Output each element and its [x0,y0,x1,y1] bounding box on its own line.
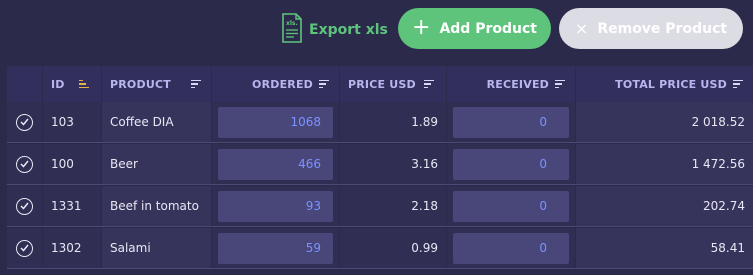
row-select-cell [7,102,43,142]
column-header-ordered[interactable]: ORDERED [212,66,340,102]
row-select-cell [7,144,43,184]
cell-product: Salami [102,228,212,268]
cell-id: 103 [43,102,102,142]
cell-product: Beef in tomato [102,186,212,226]
cell-price-usd: 1.89 [340,102,447,142]
export-xls-button[interactable]: xls. Export xls [281,13,388,47]
row-checkbox[interactable] [16,113,33,131]
header-label-product: PRODUCT [110,77,171,91]
svg-text:xls.: xls. [286,20,298,27]
cell-product: Coffee DIA [102,102,212,142]
cell-total-price-usd: 2 018.52 [576,102,753,142]
column-header-price-usd[interactable]: PRICE USD [340,66,447,102]
export-xls-label: Export xls [309,22,388,38]
table-row[interactable]: 103 Coffee DIA 1068 1.89 0 2 018.52 [7,102,753,143]
filter-icon[interactable] [191,79,201,89]
header-label-received: RECEIVED [486,77,549,91]
row-select-cell [7,186,43,226]
cell-total-price-usd: 58.41 [576,228,753,268]
cell-ordered: 59 [212,228,340,268]
add-product-button[interactable]: + Add Product [398,8,551,49]
header-select-cell [7,66,43,102]
ordered-input[interactable]: 93 [218,190,333,222]
close-icon: × [574,18,589,38]
plus-icon: + [412,14,431,40]
check-icon [20,244,29,252]
check-icon [20,118,29,126]
sort-ascending-icon[interactable] [78,79,89,89]
filter-icon[interactable] [733,79,743,89]
column-header-id[interactable]: ID [43,66,102,102]
filter-icon[interactable] [423,79,434,89]
header-label-total-price-usd: TOTAL PRICE USD [615,77,727,91]
add-product-label: Add Product [439,20,537,37]
filter-icon[interactable] [555,79,565,89]
cell-ordered: 466 [212,144,340,184]
received-input[interactable]: 0 [453,106,569,138]
row-select-cell [7,228,43,268]
cell-price-usd: 0.99 [340,228,447,268]
row-checkbox[interactable] [16,239,33,257]
table-row[interactable]: 100 Beer 466 3.16 0 1 472.56 [7,144,753,185]
header-label-id: ID [51,77,65,91]
row-checkbox[interactable] [16,155,33,173]
header-label-price-usd: PRICE USD [348,77,416,91]
check-icon [20,202,29,210]
row-checkbox[interactable] [16,197,33,215]
column-header-total-price-usd[interactable]: TOTAL PRICE USD [576,66,753,102]
cell-received: 0 [447,102,576,142]
cell-id: 1331 [43,186,102,226]
cell-product: Beer [102,144,212,184]
products-table: ID PRODUCT ORDERED PRICE USD RECEIVED TO… [7,66,753,275]
remove-product-button[interactable]: × Remove Product [559,8,743,49]
xls-file-icon: xls. [281,13,303,47]
ordered-input[interactable]: 59 [218,232,333,264]
received-input[interactable]: 0 [453,148,569,180]
cell-id: 1302 [43,228,102,268]
table-row[interactable]: 1302 Salami 59 0.99 0 58.41 [7,228,753,269]
cell-ordered: 1068 [212,102,340,142]
table-header-row: ID PRODUCT ORDERED PRICE USD RECEIVED TO… [7,66,753,102]
cell-price-usd: 3.16 [340,144,447,184]
column-header-product[interactable]: PRODUCT [102,66,212,102]
received-input[interactable]: 0 [453,190,569,222]
column-header-received[interactable]: RECEIVED [447,66,576,102]
filter-icon[interactable] [319,79,329,89]
cell-price-usd: 2.18 [340,186,447,226]
cell-total-price-usd: 202.74 [576,186,753,226]
received-input[interactable]: 0 [453,232,569,264]
check-icon [20,160,29,168]
remove-product-label: Remove Product [597,20,728,37]
toolbar: xls. Export xls + Add Product × Remove P… [0,8,753,50]
cell-received: 0 [447,228,576,268]
cell-id: 100 [43,144,102,184]
cell-total-price-usd: 1 472.56 [576,144,753,184]
header-label-ordered: ORDERED [252,77,313,91]
ordered-input[interactable]: 1068 [218,106,333,138]
cell-received: 0 [447,186,576,226]
table-row[interactable]: 1331 Beef in tomato 93 2.18 0 202.74 [7,186,753,227]
ordered-input[interactable]: 466 [218,148,333,180]
cell-received: 0 [447,144,576,184]
cell-ordered: 93 [212,186,340,226]
